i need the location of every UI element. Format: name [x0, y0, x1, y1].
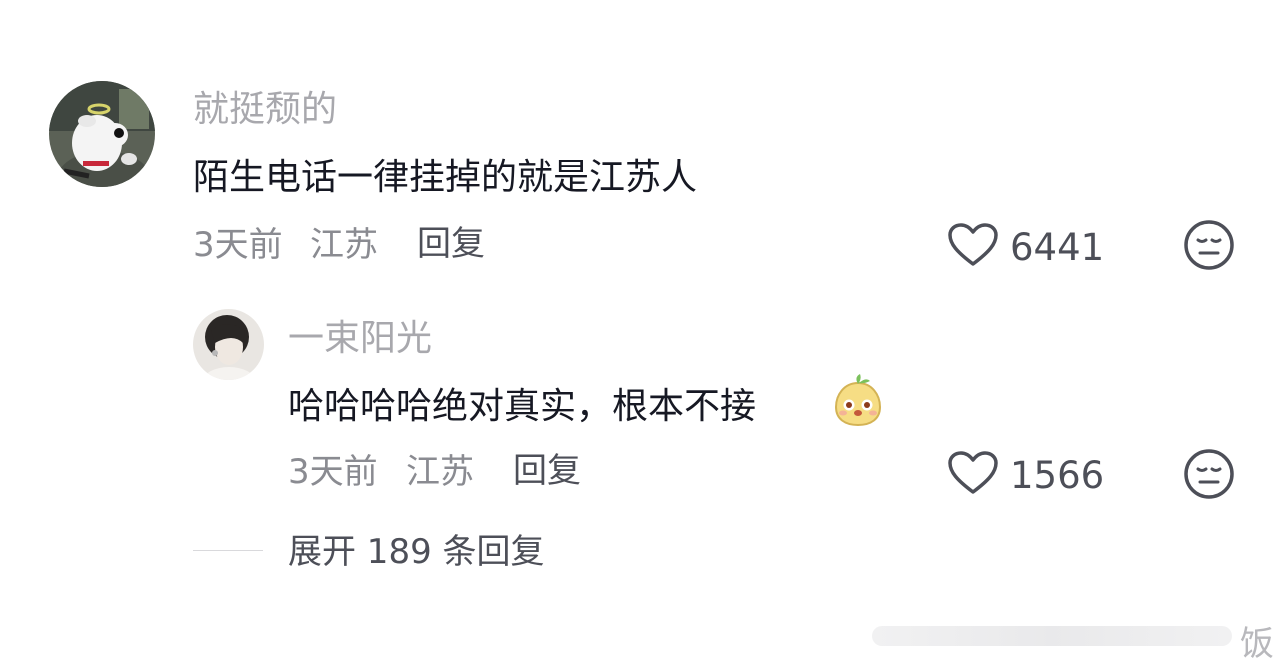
reply-avatar[interactable] — [193, 309, 264, 380]
reply-like-button[interactable]: 1566 — [947, 450, 1113, 500]
neutral-face-icon — [1184, 449, 1234, 499]
reply-text-row: 哈哈哈哈绝对真实，根本不接 — [288, 371, 908, 427]
watermark-strip — [872, 626, 1232, 646]
cute-bun-emoji-icon — [834, 374, 882, 427]
reply-time: 3天前 — [288, 452, 378, 492]
reply-text: 哈哈哈哈绝对真实，根本不接 — [288, 386, 757, 427]
comment-time: 3天前 — [193, 225, 283, 265]
expand-divider — [193, 550, 263, 551]
reply-like-count: 1566 — [1010, 454, 1105, 497]
person-photo-avatar-icon — [193, 309, 264, 380]
cartoon-dog-avatar-icon — [49, 81, 155, 187]
reply-username[interactable]: 一束阳光 — [288, 321, 432, 357]
watermark-text: 饭 — [1240, 624, 1274, 664]
watermark: 饭 — [872, 612, 1284, 664]
reply-reply-button[interactable]: 回复 — [513, 454, 581, 488]
comment-reply-button[interactable]: 回复 — [417, 227, 485, 261]
neutral-face-icon — [1184, 220, 1234, 270]
comment-avatar[interactable] — [49, 81, 155, 187]
comment-like-count: 6441 — [1010, 226, 1105, 269]
reply-location: 江苏 — [406, 452, 474, 492]
heart-icon — [948, 223, 998, 266]
comment-text: 陌生电话一律挂掉的就是江苏人 — [193, 157, 698, 198]
comment-dislike-button[interactable] — [1183, 219, 1235, 271]
reply-dislike-button[interactable] — [1183, 448, 1235, 500]
heart-icon — [948, 451, 998, 494]
comment-username[interactable]: 就挺颓的 — [193, 92, 337, 128]
expand-replies-button[interactable]: 展开 189 条回复 — [288, 535, 545, 569]
comment-like-button[interactable]: 6441 — [947, 222, 1113, 272]
comment-location: 江苏 — [310, 225, 378, 265]
